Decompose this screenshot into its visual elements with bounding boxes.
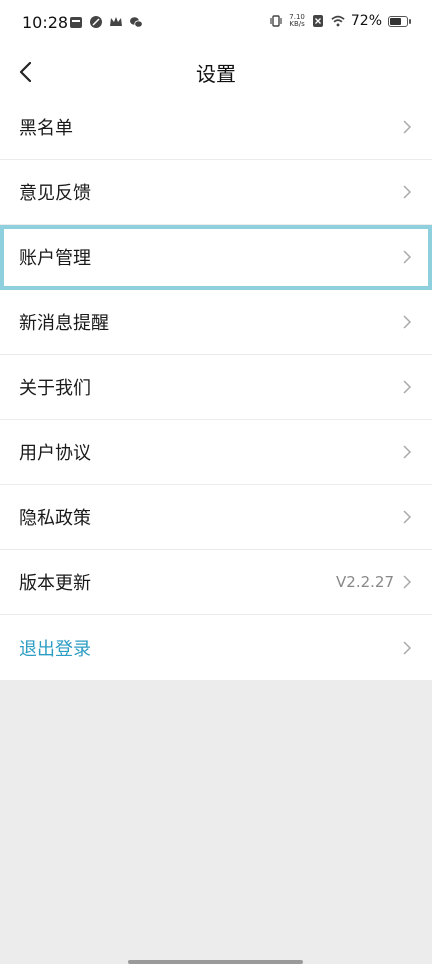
settings-item-label: 关于我们 — [19, 378, 91, 399]
home-indicator[interactable] — [128, 960, 303, 964]
chevron-right-icon — [403, 510, 412, 524]
calendar-icon — [70, 17, 82, 28]
settings-item-about-us[interactable]: 关于我们 — [0, 355, 432, 420]
settings-item-blacklist[interactable]: 黑名单 — [0, 95, 432, 160]
chevron-right-icon — [403, 315, 412, 329]
crown-icon — [110, 17, 122, 26]
settings-list: 黑名单 意见反馈 账户管理 新消息提醒 关于我们 用户协议 隐私政策 版本更新 … — [0, 95, 432, 680]
chevron-right-icon — [403, 250, 412, 264]
settings-item-account-management[interactable]: 账户管理 — [0, 225, 432, 290]
leaf-app-icon — [90, 16, 102, 28]
settings-item-label: 新消息提醒 — [19, 313, 109, 334]
battery-icon — [388, 15, 411, 27]
chevron-right-icon — [403, 640, 412, 655]
header: 10:28 7.10 KB/s 72% 设置 — [0, 0, 432, 95]
chevron-right-icon — [403, 445, 412, 459]
page-title: 设置 — [196, 62, 236, 86]
settings-item-user-agreement[interactable]: 用户协议 — [0, 420, 432, 485]
chevron-right-icon — [403, 185, 412, 199]
settings-item-label: 版本更新 — [19, 573, 91, 594]
battery-level — [390, 17, 401, 25]
settings-item-logout[interactable]: 退出登录 — [0, 615, 432, 680]
wifi-icon — [331, 15, 345, 27]
settings-item-privacy-policy[interactable]: 隐私政策 — [0, 485, 432, 550]
settings-item-label: 账户管理 — [19, 248, 91, 269]
settings-item-label: 意见反馈 — [19, 183, 91, 204]
settings-item-label: 黑名单 — [19, 118, 73, 139]
chevron-right-icon — [403, 575, 412, 589]
settings-item-version-update[interactable]: 版本更新 V2.2.27 — [0, 550, 432, 615]
version-number: V2.2.27 — [336, 573, 394, 591]
status-time: 10:28 — [22, 13, 69, 32]
battery-percent: 72% — [350, 13, 382, 29]
settings-item-notifications[interactable]: 新消息提醒 — [0, 290, 432, 355]
wechat-icon — [130, 17, 143, 28]
network-speed: 7.10 KB/s — [289, 14, 305, 28]
nav-bar: 设置 — [0, 50, 432, 95]
chevron-right-icon — [403, 120, 412, 134]
vibrate-icon — [270, 15, 282, 27]
settings-item-label: 用户协议 — [19, 443, 91, 464]
network-speed-unit: KB/s — [289, 20, 305, 28]
status-right: 7.10 KB/s 72% — [269, 13, 411, 29]
settings-item-label: 隐私政策 — [19, 508, 91, 529]
notification-icons — [69, 15, 143, 29]
no-sim-icon — [312, 15, 323, 27]
settings-item-feedback[interactable]: 意见反馈 — [0, 160, 432, 225]
status-bar: 10:28 7.10 KB/s 72% — [0, 0, 432, 50]
settings-item-label: 退出登录 — [19, 638, 91, 660]
chevron-right-icon — [403, 380, 412, 394]
